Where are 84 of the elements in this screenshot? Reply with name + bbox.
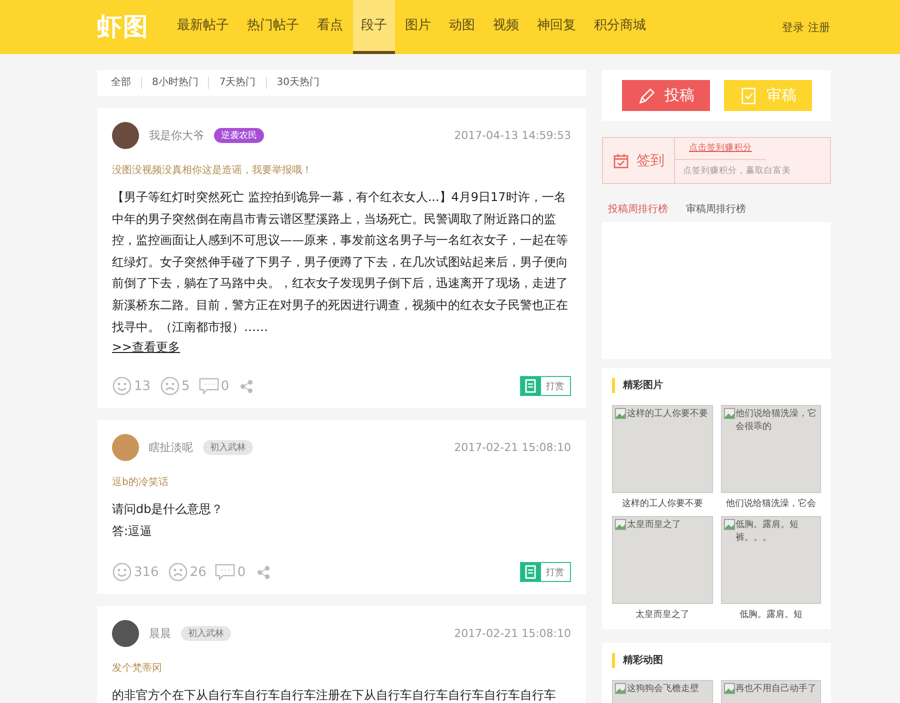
image-placeholder[interactable]: 这狗狗会飞檐走壁 xyxy=(612,680,712,703)
reward-button[interactable]: 打赏 xyxy=(520,376,571,396)
image-placeholder[interactable]: 太皇而皇之了 xyxy=(612,516,712,604)
comment-icon[interactable] xyxy=(198,376,219,396)
post-text: 答:逗逼 xyxy=(112,522,154,540)
nav-tab[interactable]: 看点 xyxy=(309,0,351,54)
nav-tab[interactable]: 神回复 xyxy=(529,0,584,54)
post-text: 【男子等红灯时突然死亡 监控拍到诡异一幕，有个红衣女人...】4月9日17时许，一名中年的男子突然倒在南昌市青云谱区墅溪路上，当场死亡。民警调取了附近路口的监控，监控画面让人感到不可思议——原来，事发前这名男子与一名红衣女子，一起在等红绿灯。女子突然伸手碰了下男子，男子便蹲了下去，在几次试图站起来后，男子便向前倒了下去，躺在了马路中央。，红衣女子发现男子倒下后，迅速离开了现场，走进了新溪桥东二路。目前，警方正在对男子的死因进行调查，视频中的红衣女子民警也正在找寻中。（江南都市报）…… xyxy=(112,189,569,336)
filter-link[interactable]: 全部 xyxy=(101,77,141,89)
document-icon xyxy=(521,377,541,396)
rank-badge: 逆袭农民 xyxy=(214,128,264,143)
smile-icon[interactable] xyxy=(112,562,132,582)
dislike-count: 26 xyxy=(190,564,206,580)
login-link[interactable]: 登录 xyxy=(782,20,804,34)
like-count: 13 xyxy=(134,378,151,394)
sad-face-icon[interactable] xyxy=(168,562,188,582)
section-title: 精彩动图 xyxy=(612,653,821,668)
image-placeholder[interactable]: 这样的工人你要不要 xyxy=(612,405,712,493)
section-title: 精彩图片 xyxy=(612,378,821,393)
avatar[interactable] xyxy=(112,122,139,149)
document-icon xyxy=(521,563,541,582)
image-placeholder[interactable]: 再也不用自己动手了 xyxy=(720,680,821,703)
rank-badge: 初入武林 xyxy=(203,440,253,456)
image-caption[interactable]: 太皇而皇之了 xyxy=(635,608,690,621)
username[interactable]: 我是你大爷 xyxy=(149,128,204,143)
image-alt-text: 这狗狗会飞檐走壁 xyxy=(627,683,699,696)
image-alt-text: 他们说给猫洗澡，它会很乖的 xyxy=(736,408,818,434)
image-caption[interactable]: 低胸。露肩。短 xyxy=(739,608,802,621)
smile-icon[interactable] xyxy=(112,376,132,396)
image-alt-text: 低胸。露肩。短裤。。。 xyxy=(736,519,800,545)
nav-tab[interactable]: 热门帖子 xyxy=(239,0,307,54)
broken-image-icon xyxy=(724,408,734,419)
post-title[interactable]: 没图没视频没真相你这是造谣，我要举报哦！ xyxy=(112,163,571,177)
filter-link[interactable]: 7天热门 xyxy=(208,77,266,89)
nav-tab[interactable]: 动图 xyxy=(441,0,483,54)
image-alt-text: 再也不用自己动手了 xyxy=(736,683,816,696)
like-count: 316 xyxy=(134,564,159,580)
nav-tab[interactable]: 积分商城 xyxy=(586,0,654,54)
rank-badge: 初入武林 xyxy=(181,626,231,642)
calendar-icon xyxy=(612,152,628,168)
signin-hint: 点签到赚积分，赢取白富美 xyxy=(682,164,792,178)
image-caption[interactable]: 这样的工人你要不要 xyxy=(622,497,703,510)
comment-count: 0 xyxy=(220,378,230,394)
sad-face-icon[interactable] xyxy=(160,376,180,396)
checklist-icon xyxy=(738,86,758,106)
post-title[interactable]: 逗b的冷笑话 xyxy=(112,475,571,490)
register-link[interactable]: 注册 xyxy=(808,20,830,34)
nav-tab[interactable]: 段子 xyxy=(353,0,395,54)
nav-tab[interactable]: 图片 xyxy=(397,0,439,54)
post-text: 请问db是什么意思？ xyxy=(112,501,224,518)
share-icon[interactable] xyxy=(256,566,270,579)
username[interactable]: 瞎扯淡呢 xyxy=(149,440,193,456)
broken-image-icon xyxy=(615,408,626,419)
reward-button[interactable]: 打赏 xyxy=(520,562,571,582)
post-time: 2017-04-13 14:59:53 xyxy=(454,129,571,142)
post-time: 2017-02-21 15:08:10 xyxy=(454,627,571,640)
read-more-link[interactable]: >>查看更多 xyxy=(112,339,180,356)
filter-link[interactable]: 30天热门 xyxy=(266,77,330,89)
image-placeholder[interactable]: 低胸。露肩。短裤。。。 xyxy=(720,516,821,604)
image-placeholder[interactable]: 他们说给猫洗澡，它会很乖的 xyxy=(720,405,821,493)
broken-image-icon xyxy=(724,519,734,530)
avatar[interactable] xyxy=(112,620,139,648)
image-caption[interactable]: 他们说给猫洗澡，它会 xyxy=(726,497,816,510)
image-alt-text: 太皇而皇之了 xyxy=(627,519,681,532)
post-time: 2017-02-21 15:08:10 xyxy=(454,441,571,454)
comment-count: 0 xyxy=(237,564,246,580)
image-alt-text: 这样的工人你要不要 xyxy=(627,408,708,421)
share-icon[interactable] xyxy=(240,380,254,393)
comment-icon[interactable] xyxy=(215,562,236,582)
broken-image-icon xyxy=(615,683,626,694)
username[interactable]: 晨晨 xyxy=(149,626,171,642)
pencil-icon xyxy=(636,86,656,106)
post-title[interactable]: 发个梵蒂冈 xyxy=(112,661,571,676)
nav-tab[interactable]: 最新帖子 xyxy=(169,0,237,54)
filter-link[interactable]: 8小时热门 xyxy=(141,77,208,89)
submit-button[interactable]: 投稿 xyxy=(622,80,710,111)
broken-image-icon xyxy=(615,519,626,530)
nav-tab[interactable]: 视频 xyxy=(485,0,527,54)
ranking-tab[interactable]: 审稿周排行榜 xyxy=(686,202,746,216)
post-text: 的非官方个在下从自行车自行车自行车注册在下从自行车自行车自行车自行车自行车 xyxy=(112,687,557,703)
signin-link[interactable]: 点击签到赚积分 xyxy=(675,138,766,160)
dislike-count: 5 xyxy=(182,378,190,394)
broken-image-icon xyxy=(724,683,734,694)
ranking-tab[interactable]: 投稿周排行榜 xyxy=(608,202,668,216)
